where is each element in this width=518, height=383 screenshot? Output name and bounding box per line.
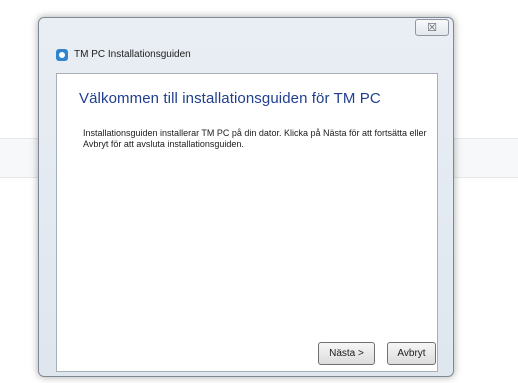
wizard-content-panel: Välkommen till installationsguiden för T… [56, 73, 438, 372]
window-title: TM PC Installationsguiden [74, 49, 191, 60]
tm-pc-app-icon [56, 49, 68, 61]
installer-window: ☒ TM PC Installationsguiden Välkommen ti… [38, 17, 454, 377]
cancel-button[interactable]: Avbryt [387, 342, 436, 365]
next-button[interactable]: Nästa > [318, 342, 375, 365]
welcome-description: Installationsguiden installerar TM PC på… [83, 128, 427, 149]
welcome-heading: Välkommen till installationsguiden för T… [79, 90, 381, 107]
close-icon: ☒ [427, 22, 437, 34]
close-button[interactable]: ☒ [415, 19, 449, 36]
